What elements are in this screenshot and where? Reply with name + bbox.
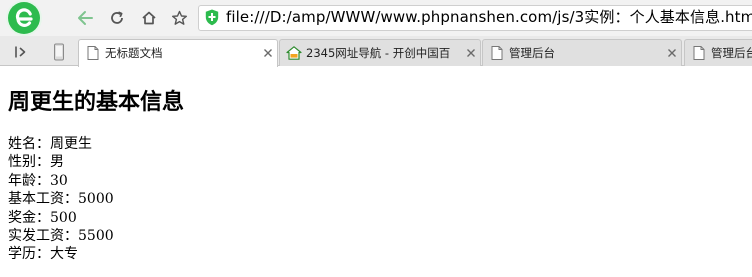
- tab-label: 2345网址导航 - 开创中国百: [306, 46, 451, 60]
- reload-icon: [111, 11, 123, 24]
- close-icon[interactable]: [466, 48, 476, 58]
- tab-admin-panel[interactable]: 管理后台: [482, 39, 682, 66]
- info-net-salary: 实发工资：5500: [8, 228, 114, 245]
- info-gender: 性别：男: [8, 154, 64, 171]
- page-title: 周更生的基本信息: [8, 89, 185, 115]
- home-button[interactable]: [136, 6, 162, 30]
- browser-logo-icon[interactable]: [8, 2, 40, 34]
- info-bonus: 奖金：500: [8, 209, 77, 226]
- tab-label: 管理后台: [711, 46, 752, 60]
- tab-untitled-document[interactable]: 无标题文档: [78, 39, 278, 67]
- sidebar-toggle-button[interactable]: [12, 43, 30, 61]
- info-education: 学历：大专: [8, 246, 78, 263]
- info-list: 姓名：周更生 性别：男 年龄：30 基本工资：5000 奖金：500 实发工资：…: [8, 135, 308, 264]
- tab-label: 无标题文档: [105, 46, 163, 60]
- page-content: 周更生的基本信息 姓名：周更生 性别：男 年龄：30 基本工资：5000 奖金：…: [8, 88, 185, 262]
- star-icon: [171, 10, 187, 25]
- arrow-left-icon: [78, 11, 93, 25]
- sidebar-toggle-icon: [15, 46, 26, 58]
- 2345-site-icon: [286, 46, 302, 60]
- info-age: 年龄：30: [8, 172, 68, 189]
- close-icon[interactable]: [263, 48, 273, 58]
- reload-button[interactable]: [104, 6, 130, 30]
- tab-strip: 无标题文档 2345网址导航 - 开创中国百 管理后台 管理后台: [0, 36, 752, 67]
- close-icon[interactable]: [667, 48, 677, 58]
- green-shield-icon: [205, 9, 219, 26]
- document-icon: [87, 46, 99, 60]
- bookmark-button[interactable]: [166, 6, 192, 30]
- tab-2345-navigation[interactable]: 2345网址导航 - 开创中国百: [279, 39, 481, 66]
- document-icon: [693, 46, 705, 60]
- info-name: 姓名：周更生: [8, 136, 92, 152]
- back-button[interactable]: [72, 6, 98, 30]
- info-base-salary: 基本工资：5000: [8, 191, 114, 208]
- tab-label: 管理后台: [509, 46, 555, 60]
- phone-icon: [54, 43, 64, 61]
- device-button[interactable]: [50, 43, 68, 61]
- address-url[interactable]: file:///D:/amp/WWW/www.phpnanshen.com/js…: [226, 7, 752, 27]
- browser-toolbar: file:///D:/amp/WWW/www.phpnanshen.com/js…: [0, 0, 752, 36]
- tab-admin-panel-2[interactable]: 管理后台: [684, 39, 752, 66]
- home-icon: [142, 11, 156, 25]
- document-icon: [491, 46, 503, 60]
